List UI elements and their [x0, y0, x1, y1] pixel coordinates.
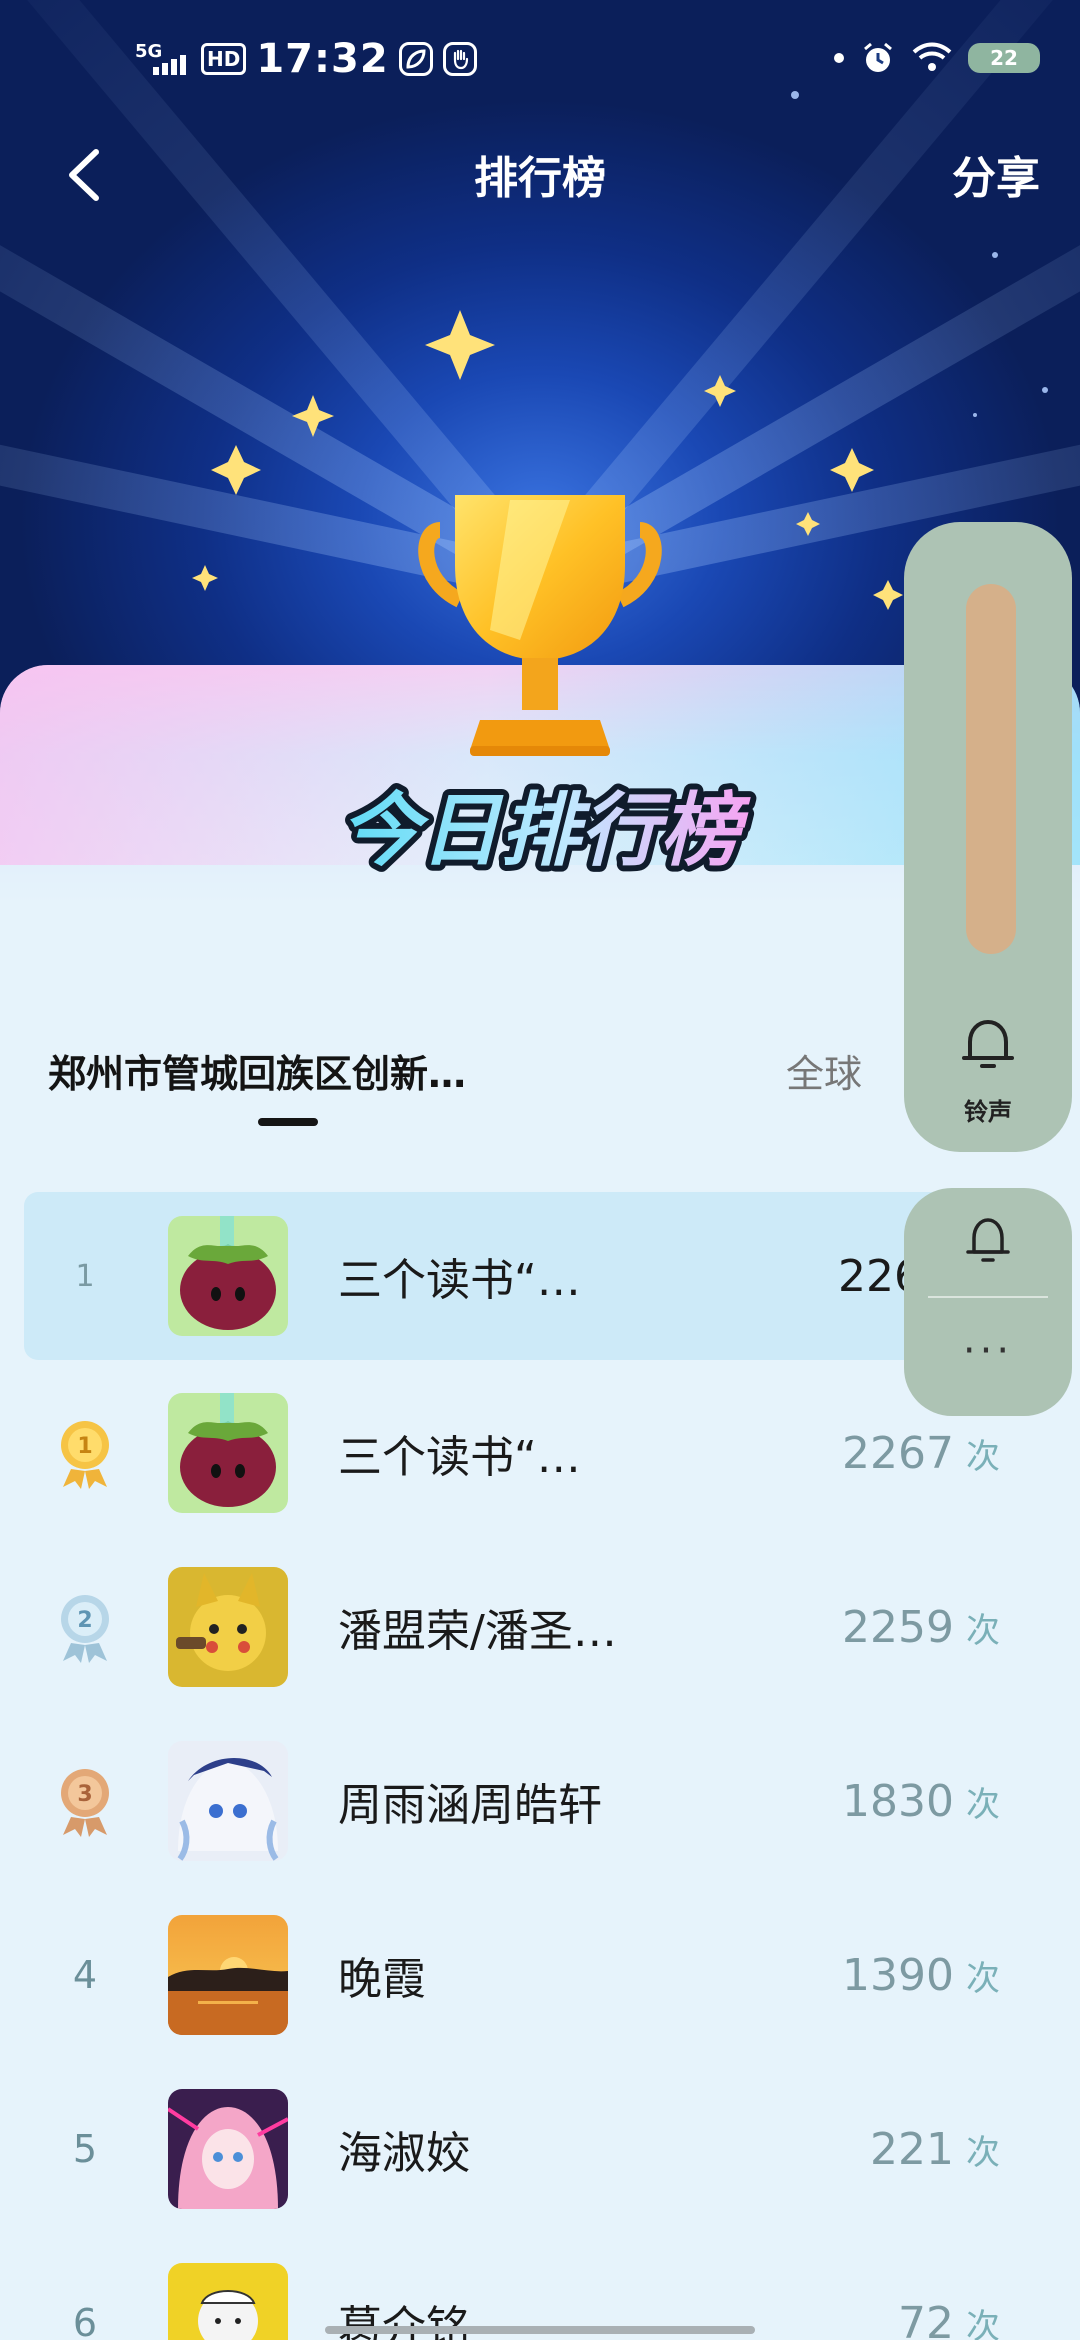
ringtone-panel: 铃声	[904, 522, 1072, 1152]
rank-number: 6	[72, 2301, 98, 2340]
rank-number: 5	[72, 2127, 98, 2171]
avatar	[168, 1915, 288, 2035]
page-title: 排行榜	[474, 153, 606, 204]
score-value: 1390	[842, 1949, 954, 2001]
trophy-icon	[418, 495, 662, 756]
avatar	[168, 1567, 288, 1687]
score-unit: 次	[966, 1958, 1000, 1999]
tab-local[interactable]: 郑州市管城回族区创新…	[48, 1043, 466, 1098]
rank-number: 4	[72, 1953, 98, 1997]
gold-medal-icon: 1	[50, 1366, 120, 1540]
status-time: 17:32	[256, 36, 389, 82]
my-rank-row[interactable]: 1 三个读书“… 2267次	[24, 1192, 1024, 1360]
player-name: 海淑姣	[338, 2128, 470, 2179]
status-bar: 5G HD 17:32 22	[0, 0, 1080, 120]
hand-icon	[442, 42, 477, 76]
leaf-icon	[398, 42, 433, 76]
score: 221 次	[870, 2062, 1000, 2236]
score-unit: 次	[966, 1784, 1000, 1825]
score: 2259 次	[842, 1540, 1000, 1714]
player-name: 晚霞	[338, 1954, 426, 2005]
score-value: 2267	[842, 1427, 954, 1479]
headline-text: 今日排行榜	[340, 784, 751, 877]
divider	[928, 1296, 1048, 1298]
title-bar: 排行榜 分享	[0, 130, 1080, 220]
more-button[interactable]: ···	[904, 1328, 1072, 1374]
bell-icon[interactable]	[956, 1012, 1020, 1076]
tab-active-indicator	[258, 1118, 318, 1126]
list-item[interactable]: 3 周雨涵周皓轩 1830 次	[0, 1714, 1080, 1888]
tab-global[interactable]: 全球	[786, 1043, 862, 1098]
home-indicator[interactable]	[325, 2326, 755, 2334]
wifi-icon	[912, 42, 952, 71]
avatar	[168, 1216, 288, 1336]
score-unit: 次	[966, 2132, 1000, 2173]
svg-text:3: 3	[77, 1782, 92, 1807]
dot-indicator-icon	[834, 53, 844, 63]
list-item[interactable]: 2 潘盟荣/潘圣… 2259 次	[0, 1540, 1080, 1714]
score-value: 221	[870, 2123, 954, 2175]
score-value: 1830	[842, 1775, 954, 1827]
avatar	[168, 1741, 288, 1861]
score: 1390 次	[842, 1888, 1000, 2062]
score-value: 2259	[842, 1601, 954, 1653]
bronze-medal-icon: 3	[50, 1714, 120, 1888]
score-value: 72	[898, 2297, 954, 2340]
score: 1830 次	[842, 1714, 1000, 1888]
battery-indicator: 22	[968, 43, 1040, 73]
quick-panel: ···	[904, 1188, 1072, 1416]
player-name: 三个读书“…	[338, 1432, 581, 1483]
list-item[interactable]: 4 晚霞 1390 次	[0, 1888, 1080, 2062]
player-name: 葛介铭	[338, 2302, 470, 2340]
avatar	[168, 2089, 288, 2209]
silver-medal-icon: 2	[50, 1540, 120, 1714]
svg-text:2: 2	[77, 1608, 92, 1633]
score: 72 次	[898, 2236, 1000, 2340]
bell-icon[interactable]	[962, 1212, 1014, 1268]
headline: 今日排行榜 今日排行榜	[320, 770, 760, 890]
list-item[interactable]: 5 海淑姣 221 次	[0, 2062, 1080, 2236]
ringtone-label: 铃声	[964, 1098, 1012, 1126]
alarm-icon	[864, 42, 892, 72]
hd-badge: HD	[201, 43, 247, 75]
avatar	[168, 2263, 288, 2340]
list-item[interactable]: 6 葛介铭 72 次	[0, 2236, 1080, 2340]
player-name: 潘盟荣/潘圣…	[338, 1606, 617, 1657]
share-button[interactable]: 分享	[952, 142, 1040, 206]
score-unit: 次	[966, 1610, 1000, 1651]
score-unit: 次	[966, 2306, 1000, 2340]
signal-icon: 5G	[135, 39, 191, 79]
volume-slider[interactable]	[966, 584, 1016, 954]
player-name: 三个读书“…	[338, 1255, 581, 1306]
avatar	[168, 1393, 288, 1513]
player-name: 周雨涵周皓轩	[338, 1780, 602, 1831]
rank-number: 1	[75, 1258, 95, 1294]
score-unit: 次	[966, 1436, 1000, 1477]
svg-text:1: 1	[77, 1434, 92, 1459]
